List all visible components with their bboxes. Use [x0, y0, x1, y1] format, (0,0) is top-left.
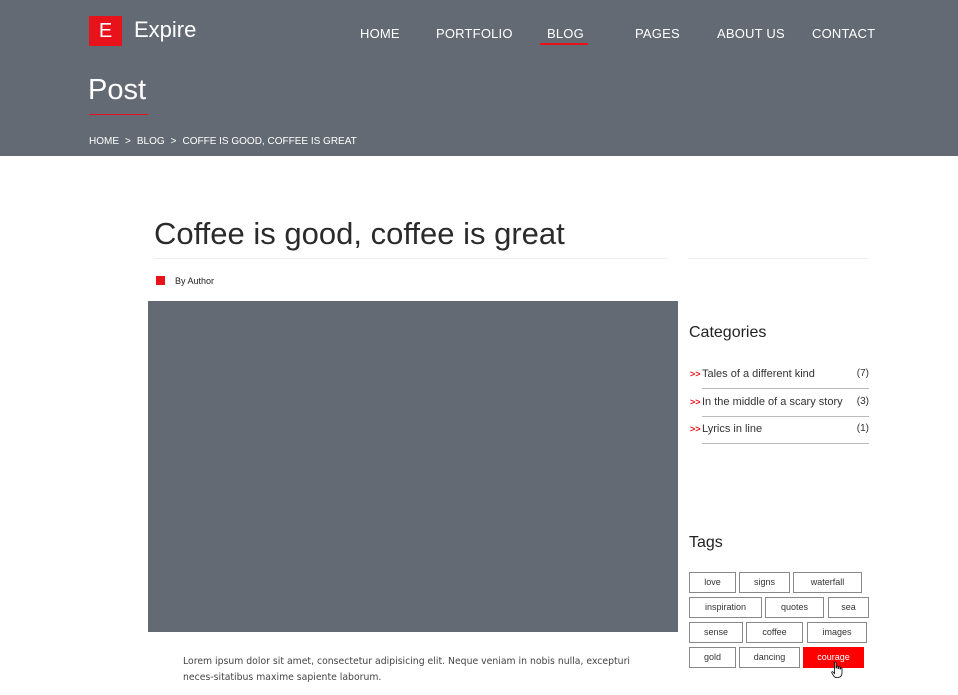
breadcrumb: HOME > BLOG > COFFE IS GOOD, COFFEE IS GREAT — [89, 136, 357, 148]
tag-images[interactable]: images — [807, 622, 867, 643]
tag-quotes[interactable]: quotes — [765, 597, 824, 618]
categories-heading: Categories — [689, 324, 767, 341]
nav-blog[interactable]: BLOG — [547, 26, 584, 42]
post-excerpt: Lorem ipsum dolor sit amet, consectetur … — [183, 656, 630, 683]
tag-dancing[interactable]: dancing — [739, 647, 800, 668]
site-header: E Expire HOME PORTFOLIO BLOG PAGES ABOUT… — [0, 0, 958, 156]
nav-home[interactable]: HOME — [360, 26, 400, 42]
post-image — [148, 301, 678, 632]
author-icon — [156, 276, 165, 285]
category-item[interactable]: >> Tales of a different kind (7) — [689, 362, 869, 390]
title-divider — [154, 258, 668, 259]
chevron-right-icon: >> — [690, 369, 701, 379]
chevron-right-icon: >> — [690, 397, 701, 407]
category-item[interactable]: >> Lyrics in line (1) — [689, 417, 869, 445]
category-label[interactable]: Tales of a different kind — [702, 367, 815, 381]
nav-portfolio[interactable]: PORTFOLIO — [436, 26, 513, 42]
category-divider — [702, 443, 869, 444]
tag-love[interactable]: love — [689, 572, 736, 593]
sidebar-divider — [688, 258, 869, 259]
category-divider — [702, 388, 869, 389]
breadcrumb-separator: > — [170, 136, 177, 147]
tag-inspiration[interactable]: inspiration — [689, 597, 762, 618]
breadcrumb-home[interactable]: HOME — [89, 136, 119, 148]
tag-sea[interactable]: sea — [828, 597, 869, 618]
category-label[interactable]: In the middle of a scary story — [702, 395, 843, 409]
nav-contact[interactable]: CONTACT — [812, 26, 875, 42]
tag-coffee[interactable]: coffee — [746, 622, 803, 643]
tags-heading: Tags — [689, 534, 723, 551]
title-underline — [89, 114, 148, 115]
category-label[interactable]: Lyrics in line — [702, 422, 762, 436]
post-title: Coffee is good, coffee is great — [154, 216, 565, 251]
tag-waterfall[interactable]: waterfall — [793, 572, 862, 593]
category-count: (3) — [856, 396, 869, 407]
tag-sense[interactable]: sense — [689, 622, 743, 643]
hand-cursor-icon — [831, 661, 843, 678]
post-author[interactable]: By Author — [175, 276, 214, 287]
nav-pages[interactable]: PAGES — [635, 26, 680, 42]
breadcrumb-blog[interactable]: BLOG — [137, 136, 165, 148]
category-count: (7) — [856, 368, 869, 379]
chevron-right-icon: >> — [690, 424, 701, 434]
tag-signs[interactable]: signs — [739, 572, 790, 593]
page-title: Post — [88, 74, 147, 106]
brand-name[interactable]: Expire — [134, 17, 196, 43]
nav-active-indicator — [540, 43, 588, 45]
logo-icon[interactable]: E — [89, 16, 122, 46]
category-item[interactable]: >> In the middle of a scary story (3) — [689, 390, 869, 418]
category-count: (1) — [856, 423, 869, 434]
nav-about-us[interactable]: ABOUT US — [717, 26, 785, 42]
breadcrumb-current: COFFE IS GOOD, COFFEE IS GREAT — [182, 136, 357, 147]
tag-gold[interactable]: gold — [689, 647, 736, 668]
breadcrumb-separator: > — [125, 136, 131, 147]
